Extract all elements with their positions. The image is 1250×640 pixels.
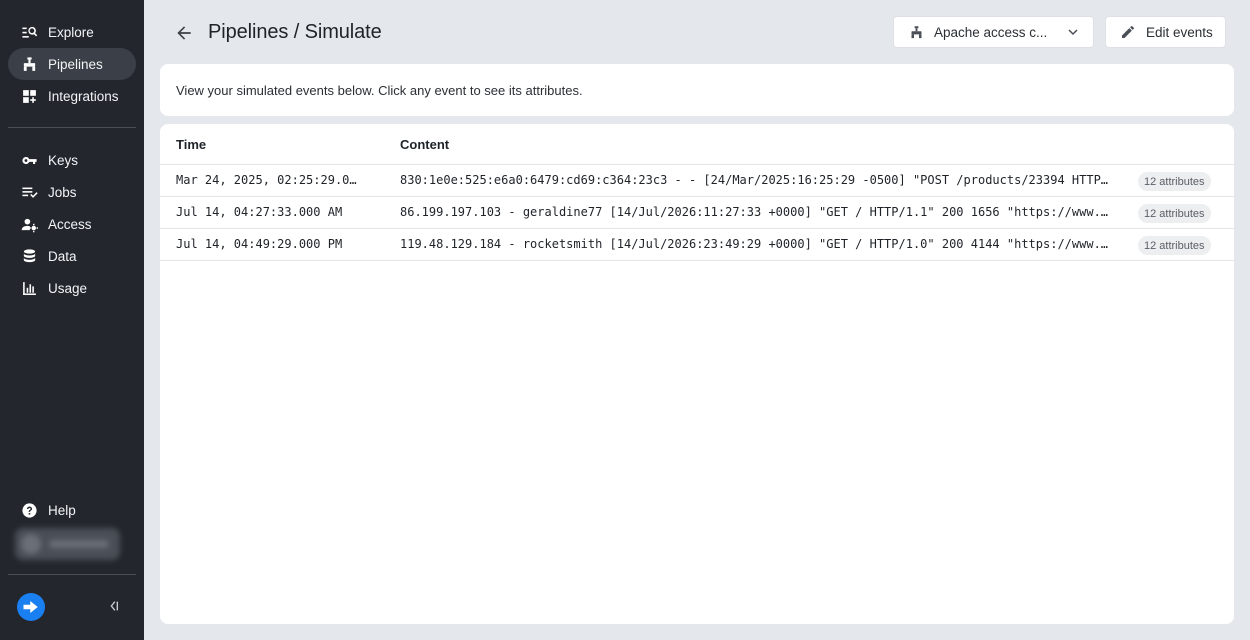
sidebar-item-label: Access	[48, 216, 92, 232]
user-profile[interactable]	[15, 528, 120, 560]
sidebar-item-keys[interactable]: Keys	[8, 144, 136, 176]
sidebar-item-label: Usage	[48, 280, 88, 296]
attributes-badge[interactable]: 12 attributes	[1138, 236, 1211, 255]
integrations-icon	[21, 88, 38, 105]
pipelines-icon	[908, 24, 924, 40]
events-table: Time Content Mar 24, 2025, 02:25:29.0… 8…	[160, 124, 1234, 624]
sidebar-item-explore[interactable]: Explore	[8, 16, 136, 48]
sidebar-item-label: Help	[48, 502, 76, 518]
event-content: 86.199.197.103 - geraldine77 [14/Jul/202…	[400, 205, 1109, 219]
sidebar-item-help[interactable]: Help	[8, 494, 136, 526]
collapse-sidebar-icon[interactable]	[106, 598, 122, 614]
sidebar-item-label: Integrations	[48, 88, 119, 104]
info-card: View your simulated events below. Click …	[160, 64, 1234, 116]
column-header-time[interactable]: Time	[176, 137, 206, 152]
sidebar-item-label: Pipelines	[48, 56, 103, 72]
event-time: Jul 14, 04:49:29.000 PM	[176, 237, 343, 251]
sidebar-item-pipelines[interactable]: Pipelines	[8, 48, 136, 80]
attributes-badge[interactable]: 12 attributes	[1138, 172, 1211, 191]
info-message: View your simulated events below. Click …	[176, 82, 583, 98]
jobs-icon	[21, 184, 38, 201]
event-content: 119.48.129.184 - rocketsmith [14/Jul/202…	[400, 237, 1109, 251]
sidebar-item-data[interactable]: Data	[8, 240, 136, 272]
access-icon	[21, 216, 38, 233]
usage-chart-icon	[21, 280, 38, 297]
column-header-content[interactable]: Content	[400, 137, 449, 152]
page-title: Pipelines / Simulate	[208, 21, 382, 43]
event-content: 830:1e0e:525:e6a0:6479:cd69:c364:23c3 - …	[400, 173, 1109, 187]
sidebar-item-label: Keys	[48, 152, 79, 168]
sidebar-item-access[interactable]: Access	[8, 208, 136, 240]
sidebar-item-usage[interactable]: Usage	[8, 272, 136, 304]
source-select-value: Apache access c...	[934, 24, 1048, 40]
sidebar-item-label: Explore	[48, 24, 94, 40]
database-icon	[21, 248, 38, 265]
explore-icon	[21, 24, 38, 41]
event-time: Mar 24, 2025, 02:25:29.0…	[176, 173, 357, 187]
edit-events-button[interactable]: Edit events	[1105, 16, 1226, 48]
sidebar-item-integrations[interactable]: Integrations	[8, 80, 136, 112]
attributes-badge[interactable]: 12 attributes	[1138, 204, 1211, 223]
pencil-icon	[1120, 24, 1136, 40]
sidebar-item-label: Jobs	[48, 184, 77, 200]
chevron-down-icon	[1068, 29, 1078, 36]
back-arrow-icon[interactable]	[172, 22, 196, 44]
pipelines-icon	[21, 56, 38, 73]
source-select[interactable]: Apache access c...	[893, 16, 1094, 48]
sidebar-divider	[8, 127, 136, 128]
sidebar-item-label: Data	[48, 248, 77, 264]
sidebar-item-jobs[interactable]: Jobs	[8, 176, 136, 208]
sidebar-divider	[8, 574, 136, 575]
sidebar: Explore Pipelines Integrations Keys Jobs…	[0, 0, 144, 640]
app-logo-icon[interactable]	[17, 593, 45, 621]
key-icon	[21, 152, 38, 169]
event-time: Jul 14, 04:27:33.000 AM	[176, 205, 343, 219]
table-row[interactable]: Jul 14, 04:49:29.000 PM 119.48.129.184 -…	[160, 229, 1234, 261]
table-row[interactable]: Mar 24, 2025, 02:25:29.0… 830:1e0e:525:e…	[160, 165, 1234, 197]
table-row[interactable]: Jul 14, 04:27:33.000 AM 86.199.197.103 -…	[160, 197, 1234, 229]
help-icon	[21, 502, 38, 519]
edit-events-label: Edit events	[1146, 24, 1213, 40]
